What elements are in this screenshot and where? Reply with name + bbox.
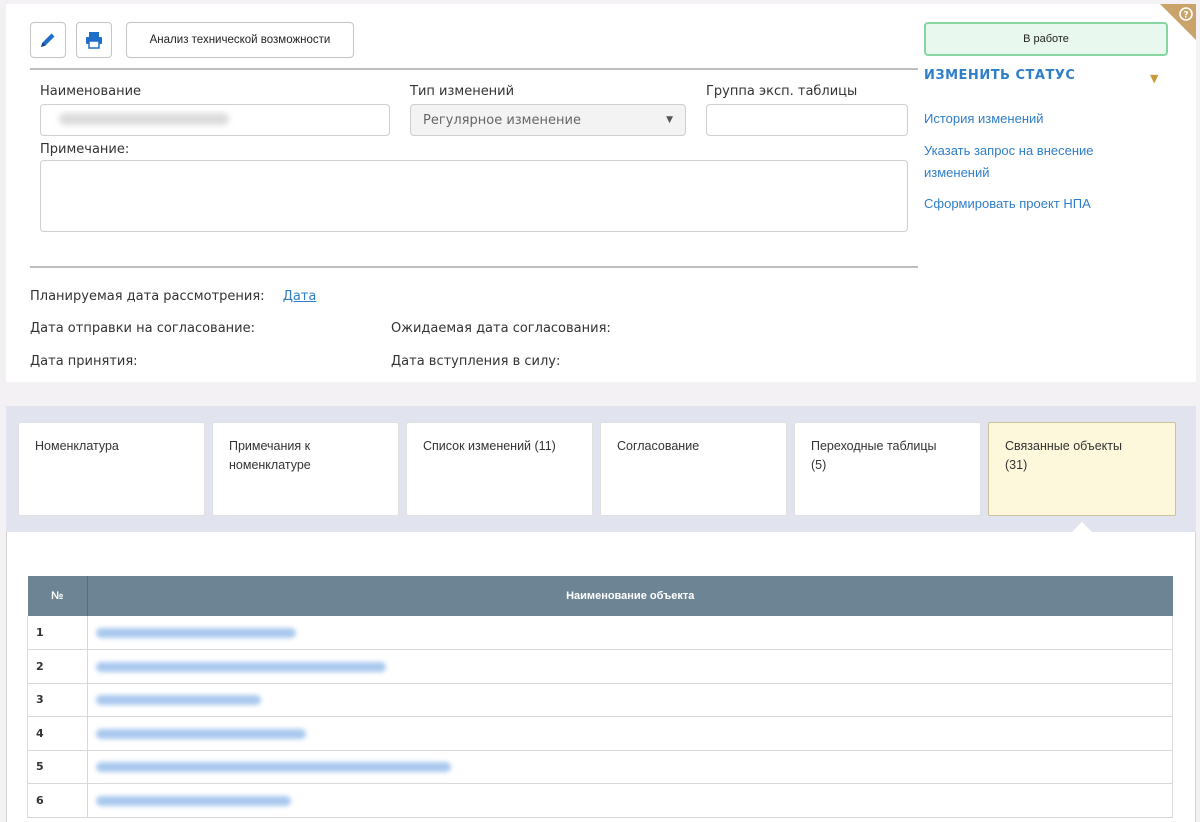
pencil-icon [41, 33, 55, 47]
change-type-value: Регулярное изменение [423, 113, 581, 128]
edit-button[interactable] [30, 22, 66, 58]
status-badge: В работе [924, 22, 1168, 56]
object-name-link-redacted[interactable] [87, 783, 1173, 818]
row-number: 5 [27, 750, 88, 784]
object-name-link-redacted[interactable] [87, 683, 1173, 717]
planned-date-link[interactable]: Дата [283, 289, 317, 304]
tab-changes-list[interactable]: Список изменений (11) [406, 422, 593, 516]
divider-top [30, 68, 918, 70]
sent-date-label: Дата отправки на согласование: [30, 321, 255, 336]
tab-related-objects[interactable]: Связанные объекты (31) [988, 422, 1176, 516]
tab-nomenclature[interactable]: Номенклатура [18, 422, 205, 516]
active-tab-pointer [1071, 522, 1093, 533]
note-label: Примечание: [40, 142, 130, 157]
accepted-date-label: Дата принятия: [30, 354, 138, 369]
tab-label: Номенклатура [35, 439, 119, 453]
print-button[interactable] [76, 22, 112, 58]
printer-icon [86, 32, 102, 49]
object-name-link-redacted[interactable] [87, 649, 1173, 684]
tab-nomenclature-notes[interactable]: Примечания к номенклатуре [212, 422, 399, 516]
name-input[interactable] [40, 104, 390, 136]
related-objects-table: № Наименование объекта 1 2 3 4 5 6 [27, 576, 1173, 818]
table-row: 2 [27, 649, 1173, 684]
object-name-link-redacted[interactable] [87, 616, 1173, 650]
tab-label: Согласование [617, 439, 700, 453]
change-status-button[interactable]: ИЗМЕНИТЬ СТАТУС [924, 68, 1075, 83]
tab-label-line2: номенклатуре [229, 458, 311, 472]
name-label: Наименование [40, 84, 142, 99]
divider-bottom [30, 266, 918, 268]
change-type-select[interactable]: Регулярное изменение ▼ [410, 104, 686, 136]
tab-label: Список изменений (11) [423, 439, 556, 453]
table-row: 6 [27, 783, 1173, 818]
row-number: 4 [27, 716, 88, 751]
object-name-link-redacted[interactable] [87, 716, 1173, 751]
svg-text:?: ? [1183, 11, 1188, 21]
table-row: 5 [27, 750, 1173, 784]
column-header-object-name[interactable]: Наименование объекта [87, 576, 1173, 616]
column-header-number: № [27, 576, 88, 616]
tab-label-line2: (5) [811, 458, 827, 472]
table-row: 1 [27, 616, 1173, 650]
object-name-link-redacted[interactable] [87, 750, 1173, 784]
group-input[interactable] [706, 104, 908, 136]
row-number: 2 [27, 649, 88, 684]
row-number: 3 [27, 683, 88, 717]
effective-date-label: Дата вступления в силу: [391, 354, 561, 369]
chevron-down-icon[interactable]: ▼ [1150, 72, 1158, 85]
history-link[interactable]: История изменений [924, 108, 1044, 130]
note-textarea[interactable] [40, 160, 908, 232]
tab-label: Переходные таблицы [811, 439, 937, 453]
technical-analysis-button[interactable]: Анализ технической возможности [126, 22, 354, 58]
tab-approval[interactable]: Согласование [600, 422, 787, 516]
chevron-down-icon: ▼ [666, 115, 673, 125]
request-link[interactable]: Указать запрос на внесение изменений [924, 140, 1094, 184]
planned-date-text: Планируемая дата рассмотрения: [30, 289, 265, 304]
tab-label: Примечания к [229, 439, 311, 453]
tab-transition-tables[interactable]: Переходные таблицы (5) [794, 422, 981, 516]
npa-link[interactable]: Сформировать проект НПА [924, 193, 1091, 215]
change-type-label: Тип изменений [410, 84, 515, 99]
tabs-bar: Номенклатура Примечания к номенклатуре С… [6, 406, 1196, 532]
name-value-redacted [59, 113, 229, 125]
group-label: Группа эксп. таблицы [706, 84, 858, 99]
related-objects-panel: № Наименование объекта 1 2 3 4 5 6 [6, 522, 1196, 822]
table-row: 3 [27, 683, 1173, 717]
row-number: 1 [27, 616, 88, 650]
row-number: 6 [27, 783, 88, 818]
expected-date-label: Ожидаемая дата согласования: [391, 321, 611, 336]
request-link-line1: Указать запрос на внесение [924, 143, 1094, 158]
tab-label-line2: (31) [1005, 458, 1028, 472]
planned-date-label: Планируемая дата рассмотрения: Дата [30, 289, 316, 304]
request-link-line2: изменений [924, 165, 990, 180]
tab-label: Связанные объекты [1005, 439, 1122, 453]
table-row: 4 [27, 716, 1173, 751]
